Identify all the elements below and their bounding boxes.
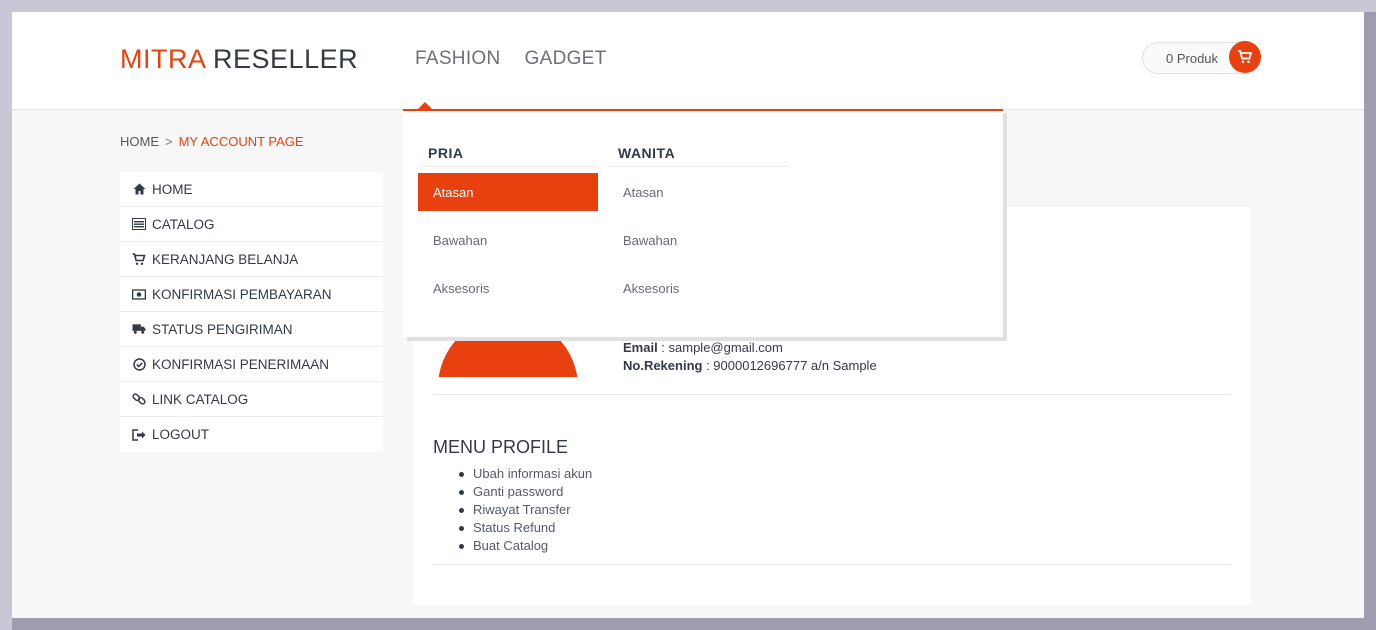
profile-info: Email : sample@gmail.com No.Rekening : 9… xyxy=(623,339,877,375)
sidebar-item-konfirmasi-penerimaan[interactable]: KONFIRMASI PENERIMAAN xyxy=(120,347,383,382)
breadcrumb-current: MY ACCOUNT PAGE xyxy=(178,134,304,149)
list-icon xyxy=(132,217,146,231)
divider xyxy=(433,564,1231,565)
truck-icon xyxy=(132,322,146,336)
menu-profile-item[interactable]: Ubah informasi akun xyxy=(459,465,592,483)
menu-profile-list: Ubah informasi akun Ganti password Riway… xyxy=(459,465,592,555)
breadcrumb: HOME > MY ACCOUNT PAGE xyxy=(120,134,304,149)
nav-fashion[interactable]: FASHION xyxy=(415,48,501,70)
browser-frame: MITRA RESELLER FASHION GADGET 0 Produk H… xyxy=(12,12,1364,618)
menu-profile-item[interactable]: Status Refund xyxy=(459,519,592,537)
email-value: : sample@gmail.com xyxy=(657,340,783,355)
sidebar-item-link-catalog[interactable]: LINK CATALOG xyxy=(120,382,383,417)
dropdown-column-pria: PRIA Atasan Bawahan Aksesoris xyxy=(418,141,598,307)
account-sidebar: HOME CATALOG KERANJANG BELANJA KONFIRMAS… xyxy=(120,172,383,452)
sidebar-item-label: STATUS PENGIRIMAN xyxy=(152,321,293,337)
site-header: MITRA RESELLER FASHION GADGET 0 Produk xyxy=(12,12,1364,110)
rekening-value: : 9000012696777 a/n Sample xyxy=(702,358,877,373)
menu-profile-item[interactable]: Riwayat Transfer xyxy=(459,501,592,519)
menu-profile-item[interactable]: Buat Catalog xyxy=(459,537,592,555)
sidebar-item-keranjang[interactable]: KERANJANG BELANJA xyxy=(120,242,383,277)
dropdown-item[interactable]: Bawahan xyxy=(418,221,598,259)
cart-icon xyxy=(132,252,146,266)
logo-part-1: MITRA xyxy=(120,44,206,74)
dropdown-heading: PRIA xyxy=(418,141,598,167)
cart-widget[interactable]: 0 Produk xyxy=(1142,41,1261,74)
email-label: Email xyxy=(623,340,658,355)
cart-count: 0 Produk xyxy=(1166,51,1219,66)
sidebar-item-label: KERANJANG BELANJA xyxy=(152,251,299,267)
sidebar-item-label: CATALOG xyxy=(152,216,215,232)
check-circle-icon xyxy=(132,357,146,371)
rekening-row: No.Rekening : 9000012696777 a/n Sample xyxy=(623,357,877,375)
main-nav: FASHION GADGET xyxy=(415,48,607,70)
logo-part-2: RESELLER xyxy=(213,44,359,74)
sign-out-icon xyxy=(132,428,146,442)
dropdown-heading: WANITA xyxy=(608,141,788,167)
rekening-label: No.Rekening xyxy=(623,358,703,373)
sidebar-item-label: LINK CATALOG xyxy=(152,391,249,407)
breadcrumb-home[interactable]: HOME xyxy=(120,134,159,149)
sidebar-item-catalog[interactable]: CATALOG xyxy=(120,207,383,242)
sidebar-item-label: KONFIRMASI PEMBAYARAN xyxy=(152,286,332,302)
dropdown-item[interactable]: Atasan xyxy=(608,173,788,211)
dropdown-item[interactable]: Bawahan xyxy=(608,221,788,259)
sidebar-item-home[interactable]: HOME xyxy=(120,172,383,207)
nav-gadget[interactable]: GADGET xyxy=(525,48,607,70)
sidebar-item-label: KONFIRMASI PENERIMAAN xyxy=(152,356,330,372)
email-row: Email : sample@gmail.com xyxy=(623,339,877,357)
sidebar-item-label: HOME xyxy=(152,181,193,197)
dropdown-item[interactable]: Aksesoris xyxy=(418,269,598,307)
link-icon xyxy=(132,392,146,406)
sidebar-item-status-pengiriman[interactable]: STATUS PENGIRIMAN xyxy=(120,312,383,347)
sidebar-item-logout[interactable]: LOGOUT xyxy=(120,417,383,452)
cart-button[interactable] xyxy=(1229,41,1261,73)
breadcrumb-separator: > xyxy=(165,134,173,149)
dropdown-item[interactable]: Aksesoris xyxy=(608,269,788,307)
dropdown-caret xyxy=(417,102,433,110)
home-icon xyxy=(132,182,146,196)
divider xyxy=(433,394,1231,395)
sidebar-item-label: LOGOUT xyxy=(152,427,210,442)
menu-profile-title: MENU PROFILE xyxy=(433,437,569,457)
dropdown-item-active[interactable]: Atasan xyxy=(418,173,598,211)
dropdown-column-wanita: WANITA Atasan Bawahan Aksesoris xyxy=(608,141,788,307)
frame-shadow xyxy=(1364,12,1376,630)
site-logo[interactable]: MITRA RESELLER xyxy=(120,44,358,75)
frame-shadow xyxy=(12,618,1376,630)
fashion-mega-menu: PRIA Atasan Bawahan Aksesoris WANITA Ata… xyxy=(403,102,1003,337)
menu-profile-item[interactable]: Ganti password xyxy=(459,483,592,501)
cart-icon xyxy=(1238,50,1252,64)
money-icon xyxy=(132,287,146,301)
sidebar-item-konfirmasi-pembayaran[interactable]: KONFIRMASI PEMBAYARAN xyxy=(120,277,383,312)
